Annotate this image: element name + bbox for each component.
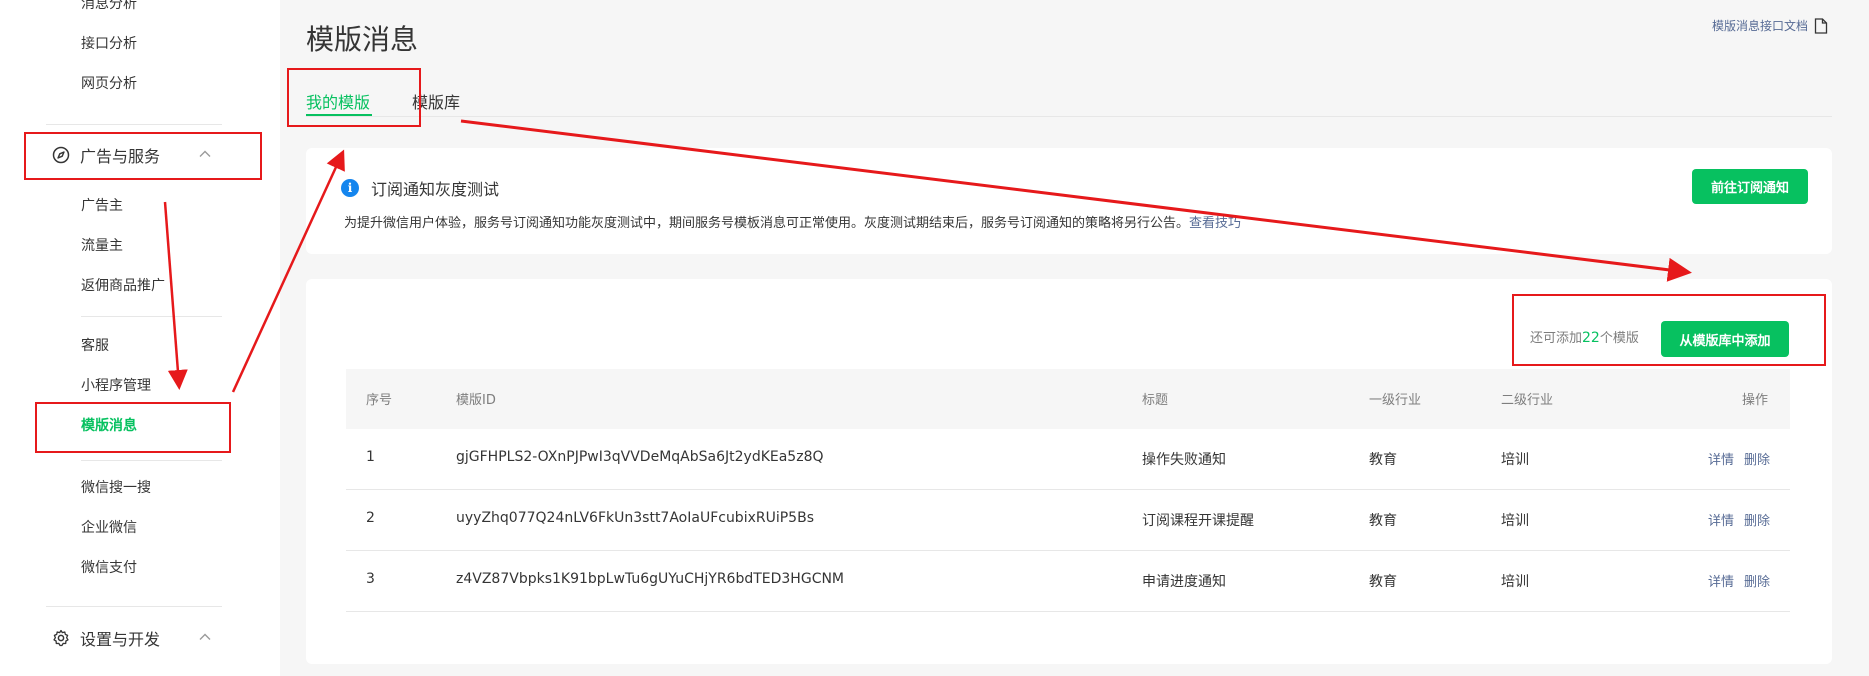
column-header: 模版ID: [456, 393, 496, 408]
add-from-library-button[interactable]: 从模版库中添加: [1661, 321, 1789, 357]
templates-table: 序号 模版ID 标题 一级行业 二级行业 操作 1 gjGFHPLS2-OXnP…: [346, 369, 1790, 612]
template-quota: 还可添加22个模版: [1530, 327, 1639, 346]
notice-title: 订阅通知灰度测试: [371, 180, 500, 199]
template-title: 申请进度通知: [1142, 574, 1226, 590]
industry-primary: 教育: [1369, 513, 1397, 529]
column-header: 操作: [1742, 393, 1769, 408]
api-doc-link[interactable]: 模版消息接口文档: [1712, 17, 1828, 34]
tab-bar: 我的模版 模版库: [306, 86, 1832, 117]
sidebar-item-publisher[interactable]: 流量主: [81, 236, 123, 256]
detail-link[interactable]: 详情: [1708, 571, 1734, 590]
column-header: 标题: [1142, 393, 1169, 408]
sidebar: 消息分析 接口分析 网页分析 广告与服务 广告主 流量主 返佣商品推广 客服 小…: [0, 0, 280, 676]
industry-primary: 教育: [1369, 452, 1397, 468]
sidebar-group-settings-label: 设置与开发: [80, 630, 161, 649]
page-title: 模版消息: [306, 23, 419, 56]
industry-secondary: 培训: [1501, 452, 1529, 468]
tab-my-templates[interactable]: 我的模版: [306, 89, 370, 113]
sidebar-item-wechat-search[interactable]: 微信搜一搜: [81, 478, 151, 498]
notice-body: 为提升微信用户体验，服务号订阅通知功能灰度测试中，期间服务号模板消息可正常使用。…: [344, 212, 1241, 231]
sidebar-item-wechat-pay[interactable]: 微信支付: [81, 558, 137, 578]
tab-template-library-label: 模版库: [412, 93, 461, 112]
quota-prefix: 还可添加: [1530, 331, 1583, 346]
go-subscribe-button[interactable]: 前往订阅通知: [1692, 169, 1808, 204]
sidebar-item-commission[interactable]: 返佣商品推广: [81, 276, 165, 296]
notice-link[interactable]: 查看技巧: [1189, 216, 1241, 231]
delete-link[interactable]: 删除: [1744, 449, 1770, 468]
sidebar-item-advertiser[interactable]: 广告主: [81, 196, 123, 216]
template-title: 订阅课程开课提醒: [1142, 513, 1254, 529]
sidebar-item-api-analysis[interactable]: 接口分析: [81, 34, 137, 54]
sidebar-group-ads[interactable]: 广告与服务: [52, 140, 211, 170]
compass-icon: [52, 146, 70, 164]
tab-active-indicator: [306, 114, 372, 116]
column-header: 二级行业: [1501, 393, 1554, 408]
column-header: 一级行业: [1369, 393, 1422, 408]
gear-icon: [53, 629, 69, 647]
sidebar-divider: [81, 316, 222, 317]
template-id: uyyZhq077Q24nLV6FkUn3stt7AoIaUFcubixRUiP…: [456, 510, 814, 526]
api-doc-link-label: 模版消息接口文档: [1712, 19, 1809, 33]
industry-secondary: 培训: [1501, 513, 1529, 529]
sidebar-divider: [46, 606, 222, 607]
sidebar-divider: [46, 124, 222, 125]
sidebar-group-settings[interactable]: 设置与开发: [52, 623, 211, 653]
table-row: 3 z4VZ87Vbpks1K91bpLwTu6gUYuCHjYR6bdTED3…: [346, 551, 1790, 612]
table-row: 2 uyyZhq077Q24nLV6FkUn3stt7AoIaUFcubixRU…: [346, 490, 1790, 551]
chevron-up-icon: [199, 150, 211, 157]
sidebar-divider: [81, 460, 222, 461]
quota-suffix: 个模版: [1599, 331, 1639, 346]
detail-link[interactable]: 详情: [1708, 510, 1734, 529]
industry-secondary: 培训: [1501, 574, 1529, 590]
tab-my-templates-label: 我的模版: [306, 93, 371, 112]
delete-link[interactable]: 删除: [1744, 571, 1770, 590]
template-title: 操作失败通知: [1142, 452, 1226, 468]
quota-count: 22: [1582, 330, 1600, 346]
template-id: gjGFHPLS2-OXnPJPwI3qVVDeMqAbSa6Jt2ydKEa5…: [456, 449, 824, 465]
table-header: 序号 模版ID 标题 一级行业 二级行业 操作: [346, 369, 1790, 429]
sidebar-group-ads-label: 广告与服务: [80, 147, 161, 166]
sidebar-item-template-message[interactable]: 模版消息: [81, 416, 137, 436]
notice-text: 为提升微信用户体验，服务号订阅通知功能灰度测试中，期间服务号模板消息可正常使用。…: [344, 216, 1190, 231]
sidebar-item-wecom[interactable]: 企业微信: [81, 518, 137, 538]
row-index: 3: [366, 571, 375, 587]
table-row: 1 gjGFHPLS2-OXnPJPwI3qVVDeMqAbSa6Jt2ydKE…: [346, 429, 1790, 490]
notice-title-row: i 订阅通知灰度测试: [341, 176, 499, 200]
document-icon: [1814, 17, 1828, 34]
info-icon: i: [341, 179, 359, 197]
sidebar-item-miniprogram[interactable]: 小程序管理: [81, 376, 151, 396]
chevron-up-icon: [199, 633, 211, 640]
template-id: z4VZ87Vbpks1K91bpLwTu6gUYuCHjYR6bdTED3HG…: [456, 571, 845, 587]
notice-card: i 订阅通知灰度测试 为提升微信用户体验，服务号订阅通知功能灰度测试中，期间服务…: [306, 148, 1832, 254]
row-index: 2: [366, 510, 375, 526]
sidebar-item-web-analysis[interactable]: 网页分析: [81, 74, 137, 94]
tab-template-library[interactable]: 模版库: [412, 89, 460, 113]
sidebar-item-customer-service[interactable]: 客服: [81, 336, 109, 356]
column-header: 序号: [366, 393, 393, 408]
detail-link[interactable]: 详情: [1708, 449, 1734, 468]
industry-primary: 教育: [1369, 574, 1397, 590]
delete-link[interactable]: 删除: [1744, 510, 1770, 529]
sidebar-item-message-analysis[interactable]: 消息分析: [81, 0, 137, 14]
row-index: 1: [366, 449, 375, 465]
templates-card: 还可添加22个模版 从模版库中添加 序号 模版ID 标题 一级行业 二级行业 操…: [306, 279, 1832, 664]
